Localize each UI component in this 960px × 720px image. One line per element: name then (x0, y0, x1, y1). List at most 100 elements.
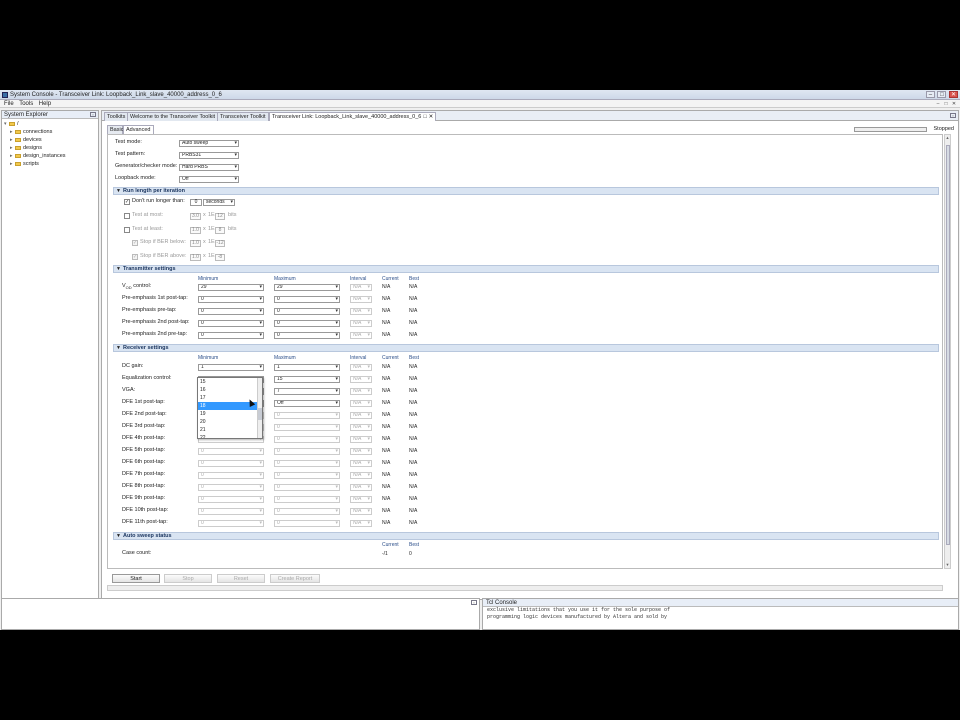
tab-advanced[interactable]: Advanced (123, 125, 154, 134)
menu-tools[interactable]: Tools (17, 100, 35, 108)
tree-item-design-instances[interactable]: ▸ design_instances (4, 152, 98, 160)
rx-interval-combo[interactable]: N/A ▾ (350, 508, 372, 515)
vertical-scrollbar[interactable]: ▲ ▼ (944, 134, 951, 569)
rx-interval-combo[interactable]: N/A ▾ (350, 484, 372, 491)
section-run-length[interactable]: ▼ Run length per iteration (113, 187, 939, 195)
test-pattern-combo[interactable]: PRBS31 ▾ (179, 152, 239, 159)
scroll-up-icon[interactable]: ▲ (945, 135, 950, 141)
equalization-dropdown-list[interactable]: 15 16 17 18 19 20 21 22 (197, 377, 263, 439)
dropdown-option[interactable]: 16 (198, 386, 262, 394)
rx-interval-combo[interactable]: N/A ▾ (350, 364, 372, 371)
rx-interval-combo[interactable]: N/A ▾ (350, 448, 372, 455)
dropdown-scrollbar[interactable] (257, 378, 262, 438)
dropdown-scroll-thumb[interactable] (258, 408, 262, 420)
dropdown-option[interactable]: 21 (198, 426, 262, 434)
tx-max-combo[interactable]: 0 ▾ (274, 320, 340, 327)
tx-min-combo[interactable]: 0 ▾ (198, 296, 264, 303)
test-at-least-exponent[interactable]: 8 (215, 227, 225, 234)
stop-above-checkbox[interactable]: ✓ (132, 254, 138, 260)
rx-max-combo[interactable]: 0 ▾ (274, 472, 340, 479)
menu-file[interactable]: File (2, 100, 16, 108)
tab-transceiver-toolkit[interactable]: Transceiver Toolkit (217, 112, 269, 121)
test-mode-combo[interactable]: Auto sweep ▾ (179, 140, 239, 147)
rx-max-combo[interactable]: Off ▾ (274, 400, 340, 407)
maximize-button[interactable]: □ (937, 91, 947, 98)
tx-min-combo[interactable]: 29 ▾ (198, 284, 264, 291)
rx-max-combo[interactable]: 15 ▾ (274, 376, 340, 383)
rx-interval-combo[interactable]: N/A ▾ (350, 400, 372, 407)
rx-interval-combo[interactable]: N/A ▾ (350, 436, 372, 443)
rx-min-combo[interactable]: 0 ▾ (198, 472, 264, 479)
tab-restore-icon[interactable]: □ (423, 114, 426, 120)
tab-close-icon[interactable]: ✕ (429, 114, 434, 120)
tx-min-combo[interactable]: 0 ▾ (198, 332, 264, 339)
rx-max-combo[interactable]: 1 ▾ (274, 364, 340, 371)
gen-checker-combo[interactable]: Hard PRBS ▾ (179, 164, 239, 171)
test-at-most-checkbox[interactable] (124, 213, 130, 219)
mdi-restore-icon[interactable]: □ (942, 101, 950, 107)
rx-max-combo[interactable]: 0 ▾ (274, 508, 340, 515)
rx-min-combo[interactable]: 1 ▾ (198, 364, 264, 371)
stop-above-mantissa[interactable]: 1.0 (190, 254, 201, 261)
rx-min-combo[interactable]: 0 ▾ (198, 460, 264, 467)
tree-item-designs[interactable]: ▸ designs (4, 144, 98, 152)
start-button[interactable]: Start (112, 574, 160, 583)
dropdown-option[interactable]: 15 (198, 378, 262, 386)
panel-restore-icon[interactable]: ▫ (471, 600, 477, 605)
rx-min-combo[interactable]: 0 ▾ (198, 520, 264, 527)
rx-interval-combo[interactable]: N/A ▾ (350, 376, 372, 383)
section-receiver[interactable]: ▼ Receiver settings (113, 344, 939, 352)
rx-min-combo[interactable]: 0 ▾ (198, 496, 264, 503)
mdi-minimize-icon[interactable]: – (934, 101, 942, 107)
rx-interval-combo[interactable]: N/A ▾ (350, 424, 372, 431)
minimize-button[interactable]: – (925, 91, 935, 98)
tab-toolkits[interactable]: Toolkits (104, 112, 129, 121)
tree-item-scripts[interactable]: ▸ scripts (4, 160, 98, 168)
stop-above-exponent[interactable]: -8 (215, 254, 225, 261)
rx-max-combo[interactable]: 7 ▾ (274, 388, 340, 395)
test-at-most-exponent[interactable]: 12 (215, 213, 225, 220)
tab-basic[interactable]: Basic (107, 125, 123, 134)
reset-button[interactable]: Reset (217, 574, 265, 583)
stop-below-checkbox[interactable]: ✓ (132, 240, 138, 246)
tx-interval-combo[interactable]: N/A ▾ (350, 284, 372, 291)
dropdown-option[interactable]: 22 (198, 434, 262, 438)
tab-welcome[interactable]: Welcome to the Transceiver Toolkit (127, 112, 219, 121)
dont-run-input[interactable]: 0 (190, 199, 202, 206)
dropdown-option[interactable]: 19 (198, 410, 262, 418)
rx-max-combo[interactable]: 0 ▾ (274, 520, 340, 527)
test-at-least-checkbox[interactable] (124, 227, 130, 233)
rx-interval-combo[interactable]: N/A ▾ (350, 388, 372, 395)
stop-button[interactable]: Stop (164, 574, 212, 583)
close-button[interactable]: ✕ (949, 91, 958, 98)
rx-max-combo[interactable]: 0 ▾ (274, 496, 340, 503)
test-at-most-mantissa[interactable]: 3.0 (190, 213, 201, 220)
rx-min-combo[interactable]: 0 ▾ (198, 484, 264, 491)
rx-max-combo[interactable]: 0 ▾ (274, 424, 340, 431)
rx-min-combo[interactable]: 0 ▾ (198, 508, 264, 515)
tabs-restore-icon[interactable]: ▫ (950, 113, 956, 118)
tx-max-combo[interactable]: 29 ▾ (274, 284, 340, 291)
tx-interval-combo[interactable]: N/A ▾ (350, 320, 372, 327)
loopback-combo[interactable]: Off ▾ (179, 176, 239, 183)
dont-run-checkbox[interactable]: ✓ (124, 199, 130, 205)
create-report-button[interactable]: Create Report (270, 574, 320, 583)
horizontal-scrollbar[interactable] (107, 585, 943, 591)
tx-max-combo[interactable]: 0 ▾ (274, 296, 340, 303)
tree-item-connections[interactable]: ▸ connections (4, 128, 98, 136)
tx-interval-combo[interactable]: N/A ▾ (350, 296, 372, 303)
rx-max-combo[interactable]: 0 ▾ (274, 436, 340, 443)
rx-max-combo[interactable]: 0 ▾ (274, 460, 340, 467)
rx-interval-combo[interactable]: N/A ▾ (350, 472, 372, 479)
section-transmitter[interactable]: ▼ Transmitter settings (113, 265, 939, 273)
tx-min-combo[interactable]: 0 ▾ (198, 320, 264, 327)
scroll-down-icon[interactable]: ▼ (945, 562, 950, 568)
tx-max-combo[interactable]: 0 ▾ (274, 308, 340, 315)
tree-item-devices[interactable]: ▸ devices (4, 136, 98, 144)
mdi-close-icon[interactable]: ✕ (950, 101, 958, 107)
menu-help[interactable]: Help (37, 100, 53, 108)
rx-max-combo[interactable]: 0 ▾ (274, 448, 340, 455)
tx-max-combo[interactable]: 0 ▾ (274, 332, 340, 339)
explorer-restore-icon[interactable]: ▫ (90, 112, 96, 117)
rx-interval-combo[interactable]: N/A ▾ (350, 460, 372, 467)
